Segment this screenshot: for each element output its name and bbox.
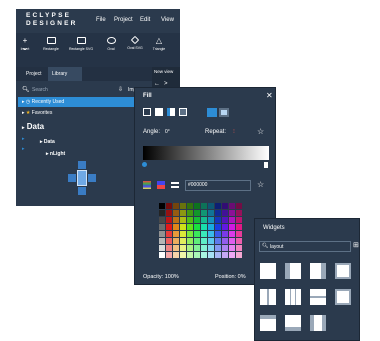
layout-widget-4[interactable] [335, 263, 351, 279]
hex-input[interactable]: #000000 [185, 180, 251, 191]
gradient-stop-end[interactable] [264, 162, 268, 168]
opacity-group: Opacity: 100% [143, 274, 179, 280]
chevron-icon: ▸ [46, 151, 49, 157]
tool-label: Triangle [152, 47, 166, 51]
swatch-icon[interactable] [157, 181, 165, 189]
logo-line-2: DESIGNER [26, 20, 78, 27]
layout-widget-9[interactable] [260, 315, 276, 331]
triangle-tool[interactable]: △ Triangle [144, 36, 174, 52]
star-icon[interactable]: ☆ [257, 180, 264, 189]
grid-view-icon[interactable]: ⊞ [353, 241, 359, 249]
menu-project[interactable]: Project [114, 17, 133, 23]
layout-widget-7[interactable] [310, 289, 326, 305]
search-icon: 🔍︎ [22, 87, 30, 93]
chevron-icon: ▸ [22, 110, 25, 116]
app-logo: ECLYPSE DESIGNER [26, 12, 78, 28]
rectangle-tool[interactable]: Rectangle [36, 37, 66, 51]
no-fill-icon[interactable] [143, 108, 151, 116]
tool-label: Rectangle SVG [68, 47, 94, 51]
opacity-value[interactable]: 100% [165, 274, 179, 280]
tool-label: Oval [107, 47, 115, 51]
layout-widget-8[interactable] [335, 289, 351, 305]
search-input[interactable]: Search [32, 83, 48, 97]
rectangle-svg-icon [76, 37, 86, 44]
layout-widget-10[interactable] [285, 315, 301, 331]
favorites-label: Favorites [31, 110, 53, 116]
close-icon[interactable]: ✕ [266, 91, 273, 100]
side-marker-1: ▸ [22, 136, 25, 142]
favorites-item[interactable]: ▸ ★ Favorites [22, 108, 52, 118]
star-icon: ★ [25, 110, 31, 116]
recently-used-label: Recently Used [31, 99, 65, 105]
import-icon[interactable]: ⇩ [118, 83, 123, 97]
chevron-icon: ▸ [22, 99, 25, 105]
search-icon: 🔍︎ [262, 243, 269, 249]
data-item-label: Data [43, 139, 55, 145]
gradient-fill-icon[interactable] [167, 108, 175, 116]
menu-view[interactable]: View [161, 17, 174, 23]
opacity-label: Opacity: [143, 274, 164, 280]
widgets-search-input[interactable]: layout [270, 244, 283, 250]
logo-line-1: ECLYPSE [26, 12, 72, 19]
solid-fill-icon[interactable] [155, 108, 163, 116]
position-label: Position: [215, 274, 237, 280]
linear-gradient-icon[interactable] [207, 108, 217, 117]
position-group: Position: 0% [215, 274, 246, 280]
tool-label: Oval SVG [127, 46, 143, 50]
angle-label: Angle: [143, 129, 161, 135]
fill-title: Fill [143, 93, 152, 99]
chevron-icon: ▸ [22, 125, 25, 131]
menu-file[interactable]: File [96, 17, 106, 23]
layout-widget-5[interactable] [260, 289, 276, 305]
toolbar: + ⌄ Insert Rectangle Rectangle SVG Oval O… [16, 33, 180, 67]
layout-widget-2[interactable] [285, 263, 301, 279]
nlight-item-label: nLight [49, 151, 66, 157]
tab-project[interactable]: Project [22, 67, 46, 81]
rectangle-svg-tool[interactable]: Rectangle SVG [66, 37, 96, 51]
palette-icon[interactable] [143, 181, 151, 189]
widgets-panel: Widgets 🔍︎ layout ⊞ [254, 218, 360, 341]
tab-library[interactable]: Library [48, 67, 82, 81]
repeat-label: Repeat: [205, 129, 227, 135]
data-section[interactable]: ▸ Data [22, 120, 44, 134]
position-value[interactable]: 0% [238, 274, 246, 280]
star-icon[interactable]: ☆ [257, 127, 264, 136]
layout-widget-3[interactable] [310, 263, 326, 279]
layout-widget-6[interactable] [285, 289, 301, 305]
triangle-icon: △ [155, 36, 163, 45]
chevron-icon: ▸ [40, 139, 43, 145]
widgets-search[interactable]: 🔍︎ layout [259, 241, 351, 252]
section-title: Data [26, 122, 45, 131]
nlight-tree-item[interactable]: ▸ nLight [46, 149, 65, 159]
clock-icon: ◷ [25, 99, 31, 105]
widget-preview-icon[interactable] [68, 161, 96, 195]
tool-label: Insert [20, 47, 30, 51]
rectangle-icon [46, 37, 56, 44]
tool-label: Rectangle [43, 47, 59, 51]
repeat-toggle[interactable]: ⁝ [233, 128, 235, 135]
side-marker-2: ▸ [22, 146, 25, 152]
gradient-stop-start[interactable] [142, 162, 147, 167]
menu-edit[interactable]: Edit [140, 17, 150, 23]
widgets-title: Widgets [263, 225, 285, 231]
oval-icon [106, 37, 116, 44]
image-fill-icon[interactable] [179, 108, 187, 116]
lines-icon[interactable] [171, 182, 179, 188]
layout-widget-11[interactable] [310, 315, 326, 331]
menu-bar: ECLYPSE DESIGNER File Project Edit View [16, 9, 180, 33]
color-grid[interactable] [159, 203, 255, 267]
new-view-label: New view [154, 69, 174, 74]
data-tree-item[interactable]: ▸ Data [40, 137, 55, 147]
recently-used-item[interactable]: ▸ ◷ Recently Used [18, 97, 140, 107]
angle-input[interactable]: 0° [165, 128, 177, 137]
gradient-preview[interactable] [143, 146, 269, 160]
oval-svg-icon [130, 35, 140, 45]
radial-gradient-icon[interactable] [219, 108, 229, 117]
layout-widget-1[interactable] [260, 263, 276, 279]
